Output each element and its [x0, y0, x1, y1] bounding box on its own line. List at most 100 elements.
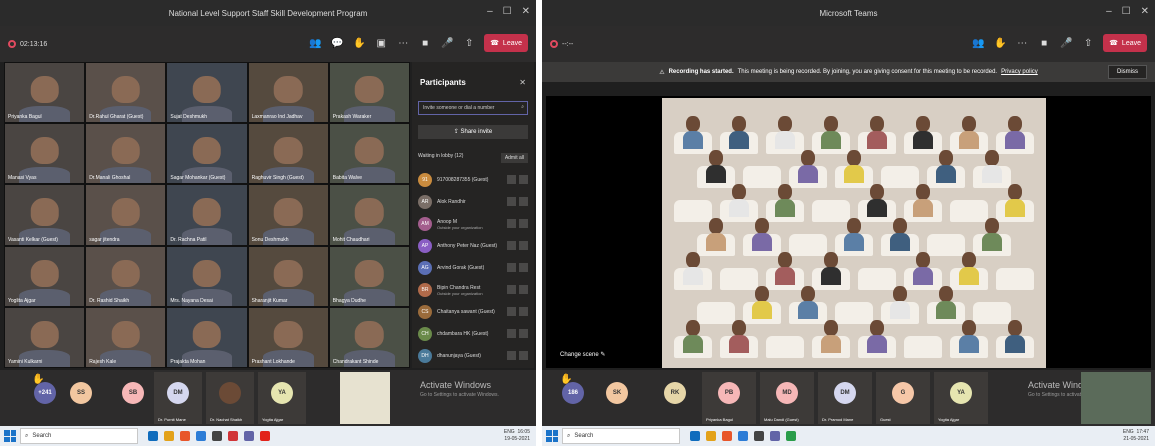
lobby-label[interactable]: Waiting in lobby (12) — [418, 153, 463, 163]
strip-avatar[interactable]: SS — [70, 382, 92, 404]
participant-avatar[interactable] — [1005, 116, 1025, 150]
participant-avatar[interactable] — [982, 150, 1002, 184]
participant-avatar[interactable] — [913, 184, 933, 218]
chat-icon[interactable]: 💬 — [330, 36, 344, 50]
participant-avatar[interactable] — [775, 116, 795, 150]
store-icon[interactable] — [754, 431, 764, 441]
participant-avatar[interactable] — [913, 116, 933, 150]
rooms-icon[interactable]: ▣ — [374, 36, 388, 50]
mic-icon[interactable]: 🎤 — [440, 36, 454, 50]
strip-avatar[interactable]: YA — [950, 382, 972, 404]
video-tile[interactable]: Dr.Rahul Gharat (Guest) — [86, 63, 166, 123]
strip-avatar[interactable]: PB — [718, 382, 740, 404]
lobby-item[interactable]: BR Bipin Chandra Rest Outside your organiz… — [412, 279, 534, 301]
video-tile[interactable]: Dr. Rachna Patil — [167, 185, 247, 245]
admit-icon[interactable] — [507, 219, 516, 228]
raised-hands-badge[interactable]: +241 — [34, 382, 56, 404]
participant-avatar[interactable] — [775, 252, 795, 286]
admit-icon[interactable] — [507, 197, 516, 206]
firefox-icon[interactable] — [722, 431, 732, 441]
participant-avatar[interactable] — [844, 218, 864, 252]
close-icon[interactable]: ✕ — [1141, 6, 1149, 17]
deny-icon[interactable] — [519, 285, 528, 294]
more-icon[interactable]: ⋯ — [1015, 36, 1029, 50]
task-view-icon[interactable] — [690, 431, 700, 441]
taskbar-search[interactable]: ⌕ Search — [20, 428, 138, 444]
participant-avatar[interactable] — [798, 150, 818, 184]
file-explorer-icon[interactable] — [164, 431, 174, 441]
participants-icon[interactable]: 👥 — [308, 36, 322, 50]
lobby-item[interactable]: 91 917008287355 (Guest) — [412, 169, 534, 191]
change-scene-button[interactable]: Change scene ✎ — [560, 351, 605, 358]
participant-avatar[interactable] — [821, 252, 841, 286]
video-tile[interactable]: Chandrakant Shinde — [329, 307, 409, 367]
strip-avatar[interactable]: DM — [167, 382, 189, 404]
teams-icon[interactable] — [770, 431, 780, 441]
leave-button[interactable]: ☎ Leave — [484, 34, 528, 52]
participant-avatar[interactable] — [729, 184, 749, 218]
deny-icon[interactable] — [519, 241, 528, 250]
store-icon[interactable] — [212, 431, 222, 441]
raised-hands-badge[interactable]: 186 — [562, 382, 584, 404]
raise-hand-icon[interactable]: ✋ — [993, 36, 1007, 50]
close-icon[interactable]: ✕ — [522, 6, 530, 17]
participant-avatar[interactable] — [959, 252, 979, 286]
maximize-icon[interactable]: ☐ — [503, 6, 512, 17]
video-tile[interactable]: Bhagya Dudhe — [329, 246, 409, 306]
participant-avatar[interactable] — [752, 218, 772, 252]
video-tile[interactable]: Yamini Kulkarni — [5, 307, 85, 367]
video-tile[interactable]: Raghuvir Singh (Guest) — [248, 124, 328, 184]
participant-avatar[interactable] — [729, 116, 749, 150]
deny-icon[interactable] — [519, 351, 528, 360]
lobby-item[interactable]: DH dhanunjaya (Guest) — [412, 345, 534, 367]
admit-all-button[interactable]: Admit all — [500, 153, 528, 163]
lobby-item[interactable]: AM Anoop M Outside your organization — [412, 213, 534, 235]
admit-icon[interactable] — [507, 241, 516, 250]
participant-avatar[interactable] — [798, 286, 818, 320]
video-tile[interactable]: Laxmanrao Ind Jadhav — [248, 63, 328, 123]
video-tile[interactable]: Sonu Deshmukh — [248, 185, 328, 245]
task-view-icon[interactable] — [148, 431, 158, 441]
participant-avatar[interactable] — [821, 116, 841, 150]
participant-avatar[interactable] — [775, 184, 795, 218]
pdf-icon[interactable] — [260, 431, 270, 441]
participant-avatar[interactable] — [683, 320, 703, 354]
video-tile[interactable]: Prakash Waraker — [329, 63, 409, 123]
participants-icon[interactable]: 👥 — [971, 36, 985, 50]
video-tile[interactable]: Prashant Lokhande — [248, 307, 328, 367]
video-tile[interactable]: Rajesh Kale — [86, 307, 166, 367]
participant-avatar[interactable] — [706, 150, 726, 184]
participant-avatar[interactable] — [982, 218, 1002, 252]
video-tile[interactable]: sagar jitendra — [86, 185, 166, 245]
file-explorer-icon[interactable] — [706, 431, 716, 441]
participant-avatar[interactable] — [936, 286, 956, 320]
strip-avatar[interactable]: RK — [664, 382, 686, 404]
lobby-item[interactable]: CH chdambara HK (Guest) — [412, 323, 534, 345]
share-icon[interactable]: ⇧ — [1081, 36, 1095, 50]
participant-avatar[interactable] — [1005, 184, 1025, 218]
video-tile[interactable]: Yoglita Ajgar — [5, 246, 85, 306]
deny-icon[interactable] — [519, 263, 528, 272]
participant-avatar[interactable] — [844, 150, 864, 184]
maximize-icon[interactable]: ☐ — [1122, 6, 1131, 17]
lobby-item[interactable]: AR Alok Randhir — [412, 191, 534, 213]
participant-avatar[interactable] — [1005, 320, 1025, 354]
lobby-item[interactable]: AG Arvind Gorak (Guest) — [412, 257, 534, 279]
video-tile[interactable]: Vasanti Kelkar (Guest) — [5, 185, 85, 245]
admit-icon[interactable] — [507, 307, 516, 316]
deny-icon[interactable] — [519, 219, 528, 228]
participant-avatar[interactable] — [867, 320, 887, 354]
deny-icon[interactable] — [519, 175, 528, 184]
video-tile[interactable]: Sharanjit Kumar — [248, 246, 328, 306]
video-tile[interactable]: Priyanka Bagul — [5, 63, 85, 123]
video-tile[interactable]: Mrs. Nayana Desai — [167, 246, 247, 306]
taskbar-search[interactable]: ⌕ Search — [562, 428, 680, 444]
admit-icon[interactable] — [507, 329, 516, 338]
strip-avatar[interactable]: YA — [271, 382, 293, 404]
strip-avatar[interactable]: G — [892, 382, 914, 404]
admit-icon[interactable] — [507, 351, 516, 360]
teams-icon[interactable] — [244, 431, 254, 441]
participant-avatar[interactable] — [959, 320, 979, 354]
leave-button[interactable]: ☎ Leave — [1103, 34, 1147, 52]
participant-avatar[interactable] — [913, 252, 933, 286]
